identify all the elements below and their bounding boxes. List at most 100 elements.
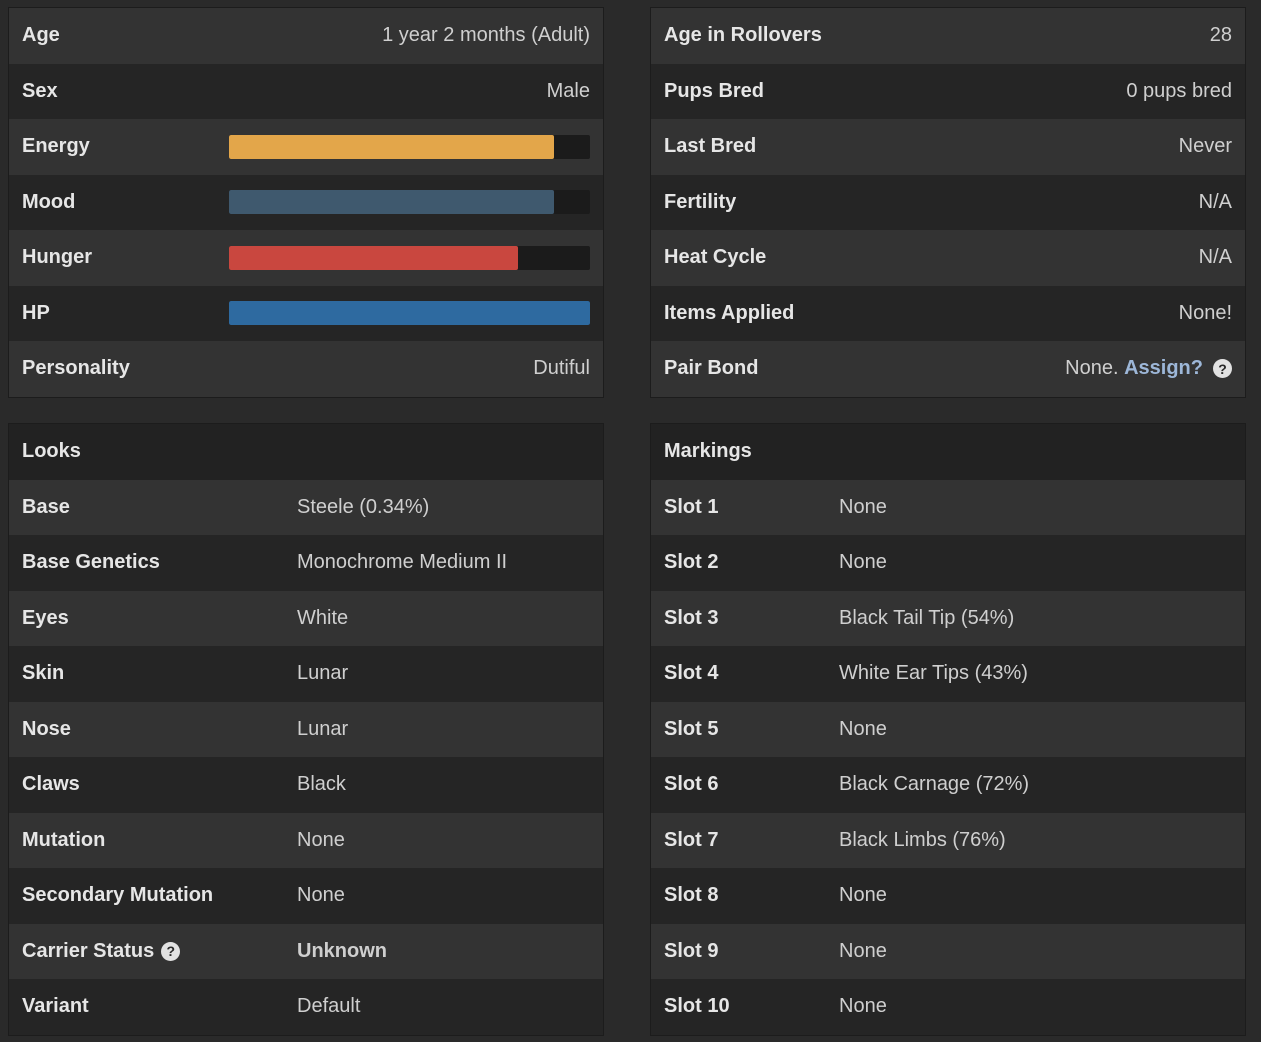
looks-label: Claws [22,773,80,796]
marking-slot-value: White Ear Tips (43%) [839,662,1028,685]
looks-panel: Looks Base Steele (0.34%) Base Genetics … [8,423,604,1036]
marking-row: Slot 10 None [651,979,1245,1035]
marking-slot-value: None [839,884,887,907]
pair-bond-value: None. Assign? [1065,357,1203,380]
looks-row-eyes: Eyes White [9,590,603,646]
mood-bar [229,190,590,215]
energy-label: Energy [22,135,90,158]
last-bred-label: Last Bred [664,135,757,158]
stats-panel: Age 1 year 2 months (Adult) Sex Male Ene… [8,7,604,398]
marking-row: Slot 8 None [651,868,1245,924]
looks-row-secondary-mutation: Secondary Mutation None [9,868,603,924]
looks-label: Skin [22,662,65,685]
pups-value: 0 pups bred [1126,79,1232,102]
looks-value: Steele (0.34%) [297,495,430,518]
marking-slot-value: None [839,939,887,962]
looks-label: Mutation [22,828,106,851]
marking-slot-label: Slot 7 [664,828,719,851]
carrier-status-link[interactable]: Unknown [297,940,387,963]
rollovers-row: Age in Rollovers 28 [651,8,1245,64]
personality-row: Personality Dutiful [9,341,603,397]
looks-label: Carrier Status [22,939,155,962]
pups-row: Pups Bred 0 pups bred [651,63,1245,119]
marking-slot-label: Slot 5 [664,717,719,740]
marking-slot-value: Black Carnage (72%) [839,773,1030,796]
question-circle-icon[interactable]: ? [1213,359,1232,379]
looks-value: Black [297,773,346,796]
looks-label: Base Genetics [22,551,160,574]
rollovers-value: 28 [1209,24,1232,47]
question-circle-icon[interactable]: ? [161,941,181,961]
pups-label: Pups Bred [664,79,765,102]
marking-slot-value: None [839,551,887,574]
items-applied-label: Items Applied [664,301,795,324]
mood-row: Mood [9,174,603,230]
marking-row: Slot 3 Black Tail Tip (54%) [651,590,1245,646]
marking-slot-value: Black Limbs (76%) [839,828,1006,851]
age-value: 1 year 2 months (Adult) [382,24,590,47]
looks-row-mutation: Mutation None [9,812,603,868]
hp-bar [229,301,590,326]
fertility-value: N/A [1198,190,1232,213]
marking-row: Slot 5 None [651,701,1245,757]
looks-label: Nose [22,717,71,740]
marking-slot-label: Slot 8 [664,884,719,907]
looks-label: Variant [22,995,89,1018]
markings-header: Markings [651,424,1245,480]
hunger-row: Hunger [9,230,603,286]
marking-row: Slot 4 White Ear Tips (43%) [651,646,1245,702]
marking-slot-label: Slot 2 [664,551,719,574]
looks-value: Lunar [297,662,349,685]
mood-label: Mood [22,190,76,213]
looks-value: None [297,828,345,851]
looks-row-base: Base Steele (0.34%) [9,479,603,535]
marking-row: Slot 6 Black Carnage (72%) [651,757,1245,813]
looks-value: Lunar [297,717,349,740]
energy-bar-fill [229,134,554,159]
marking-slot-value: None [839,495,887,518]
looks-value: Default [297,995,361,1018]
marking-slot-label: Slot 10 [664,995,730,1018]
hunger-bar [229,245,590,270]
pair-bond-row: Pair Bond None. Assign? ? [651,341,1245,397]
fertility-row: Fertility N/A [651,174,1245,230]
markings-panel: Markings Slot 1 None Slot 2 None Slot 3 … [650,423,1246,1036]
items-applied-value: None! [1178,301,1232,324]
marking-slot-label: Slot 4 [664,662,719,685]
marking-row: Slot 7 Black Limbs (76%) [651,812,1245,868]
hp-bar-fill [229,301,590,326]
marking-slot-value: None [839,717,887,740]
looks-value: Monochrome Medium II [297,551,508,574]
fertility-label: Fertility [664,190,737,213]
personality-label: Personality [22,357,130,380]
assign-link[interactable]: Assign? [1124,357,1203,379]
pair-bond-label: Pair Bond [664,357,759,380]
looks-label: Eyes [22,606,69,629]
age-label: Age [22,24,60,47]
age-row: Age 1 year 2 months (Adult) [9,8,603,64]
last-bred-value: Never [1178,135,1232,158]
marking-slot-value: Black Tail Tip (54%) [839,606,1015,629]
hunger-bar-fill [229,245,518,270]
looks-row-base-genetics: Base Genetics Monochrome Medium II [9,535,603,591]
personality-value: Dutiful [533,357,590,380]
mood-bar-fill [229,190,554,215]
marking-slot-label: Slot 9 [664,939,719,962]
marking-row: Slot 2 None [651,535,1245,591]
looks-row-variant: Variant Default [9,979,603,1035]
looks-label: Base [22,495,70,518]
looks-row-nose: Nose Lunar [9,701,603,757]
energy-bar [229,134,590,159]
looks-row-skin: Skin Lunar [9,646,603,702]
looks-row-claws: Claws Black [9,757,603,813]
looks-title: Looks [22,440,81,463]
rollovers-label: Age in Rollovers [664,24,822,47]
marking-row: Slot 1 None [651,479,1245,535]
sex-label: Sex [22,79,58,102]
marking-slot-label: Slot 6 [664,773,719,796]
last-bred-row: Last Bred Never [651,119,1245,175]
breeding-panel: Age in Rollovers 28 Pups Bred 0 pups bre… [650,7,1246,398]
looks-label: Secondary Mutation [22,884,214,907]
hp-label: HP [22,301,50,324]
looks-value: White [297,606,349,629]
